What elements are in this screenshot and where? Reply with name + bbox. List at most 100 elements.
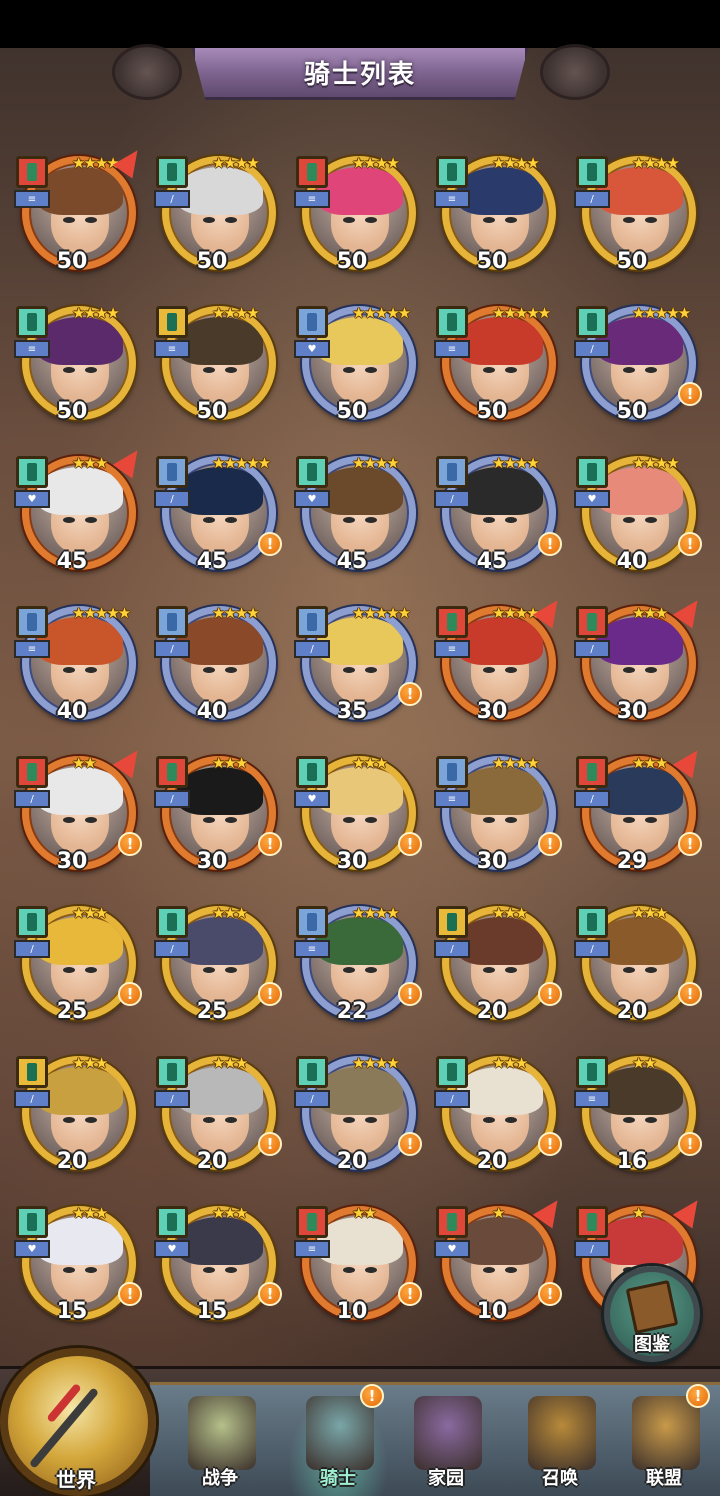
knight-card[interactable]: / ★★★★ 40 (154, 600, 286, 728)
knight-card[interactable]: / ★★★★ 50 (574, 150, 706, 278)
knight-level: 30 (336, 849, 368, 874)
alert-icon: ! (538, 1282, 562, 1306)
alert-icon: ! (118, 1282, 142, 1306)
eye (203, 817, 215, 823)
knight-card[interactable]: / ★★★ 20! (434, 900, 566, 1028)
class-icon (16, 456, 48, 488)
role-icon: / (154, 940, 190, 958)
nav-alliance[interactable]: 联盟! (614, 1384, 714, 1496)
knight-card[interactable]: ≡ ★★★★ 50 (154, 300, 286, 428)
role-icon: ♥ (434, 1240, 470, 1258)
class-icon (296, 1206, 328, 1238)
role-icon: / (294, 1090, 330, 1108)
eye (63, 217, 75, 223)
knight-level: 45 (476, 549, 508, 574)
eye (343, 1117, 355, 1123)
star-rating: ★★★ (212, 904, 248, 922)
knight-card[interactable]: ≡ ★★★★★ 40 (14, 600, 146, 728)
class-icon (436, 606, 468, 638)
knight-card[interactable]: / ★★★ 20 (14, 1050, 146, 1178)
knight-card[interactable]: ♥ ★★★★ 40! (574, 450, 706, 578)
alert-icon: ! (118, 832, 142, 856)
eye (225, 1117, 237, 1123)
knight-card[interactable]: / ★★★ 25! (154, 900, 286, 1028)
class-icon (296, 756, 328, 788)
knight-card[interactable]: / ★★★ 20! (154, 1050, 286, 1178)
knight-card[interactable]: ≡ ★★ 16! (574, 1050, 706, 1178)
knight-card[interactable]: ♥ ★★★ 45 (14, 443, 148, 578)
knight-level: 30 (476, 699, 508, 724)
knight-level: 29 (616, 849, 648, 874)
knight-card[interactable]: ≡ ★★ 10! (294, 1200, 426, 1328)
knight-card[interactable]: / ★★★ 29! (574, 743, 708, 878)
knight-card[interactable]: / ★★★★★ 45! (154, 450, 286, 578)
knight-card[interactable]: / ★★★★★ 35! (294, 600, 426, 728)
eye (343, 817, 355, 823)
nav-home[interactable]: 家园 (396, 1392, 496, 1496)
nav-summon[interactable]: 召唤 (510, 1392, 610, 1496)
eye (483, 1117, 495, 1123)
knight-card[interactable]: ♥ ★ 10! (434, 1193, 568, 1328)
knight-level: 40 (56, 699, 88, 724)
knight-card[interactable]: ♥ ★★★★ 45 (294, 450, 426, 578)
knight-card[interactable]: / ★★★ 30 (574, 593, 708, 728)
eye (225, 217, 237, 223)
star-rating: ★★★★ (72, 304, 120, 322)
class-icon (296, 306, 328, 338)
eye (483, 367, 495, 373)
knight-card[interactable]: ♥ ★★★ 15! (154, 1200, 286, 1328)
knight-card[interactable]: / ★★ 30! (14, 743, 148, 878)
knight-card[interactable]: / ★★★ 20! (434, 1050, 566, 1178)
star-rating: ★★★ (212, 1204, 248, 1222)
eye (63, 1117, 75, 1123)
nav-war[interactable]: 战争 (170, 1392, 270, 1496)
eye (63, 1267, 75, 1273)
knight-card[interactable]: ≡ ★★★★ 50 (14, 143, 148, 278)
alert-icon: ! (538, 532, 562, 556)
knight-card[interactable]: / ★★★★ 45! (434, 450, 566, 578)
knight-card[interactable]: ≡ ★★★★★ 50 (434, 300, 566, 428)
nav-knights[interactable]: 骑士! (288, 1384, 388, 1496)
knight-level: 50 (336, 399, 368, 424)
eye (343, 217, 355, 223)
knight-card[interactable]: ≡ ★★★★ 30 (434, 593, 568, 728)
role-icon: ♥ (154, 1240, 190, 1258)
class-icon (296, 456, 328, 488)
knight-card[interactable]: ♥ ★★★ 30! (294, 750, 426, 878)
knight-card[interactable]: / ★★★ 25! (14, 900, 146, 1028)
class-icon (16, 1206, 48, 1238)
class-icon (576, 456, 608, 488)
gear-decoration-left (112, 44, 182, 100)
knight-card[interactable]: / ★★★ 20! (574, 900, 706, 1028)
nav-label: 家园 (428, 1468, 464, 1489)
knight-level: 50 (196, 399, 228, 424)
knight-card[interactable]: ≡ ★★★★ 22! (294, 900, 426, 1028)
world-button[interactable]: 世界 (0, 1348, 156, 1496)
role-icon: ≡ (574, 1090, 610, 1108)
knight-card[interactable]: ≡ ★★★★ 50 (434, 150, 566, 278)
knight-card[interactable]: ≡ ★★★★ 30! (434, 750, 566, 878)
class-icon (156, 906, 188, 938)
eye (203, 367, 215, 373)
knight-card[interactable]: / ★★★★★ 50! (574, 300, 706, 428)
eye (343, 967, 355, 973)
role-icon: ≡ (14, 640, 50, 658)
codex-label: 图鉴 (634, 1334, 670, 1355)
knight-card[interactable]: ≡ ★★★★ 50 (14, 300, 146, 428)
knight-card[interactable]: / ★★★★ 50 (154, 150, 286, 278)
knight-level: 50 (476, 399, 508, 424)
alert-icon: ! (258, 532, 282, 556)
star-rating: ★★★★ (72, 154, 120, 172)
eye (505, 367, 517, 373)
knight-card[interactable]: / ★★★ 30! (154, 750, 286, 878)
eye (483, 817, 495, 823)
knight-card[interactable]: ≡ ★★★★ 50 (294, 150, 426, 278)
knight-level: 20 (56, 1149, 88, 1174)
knight-card[interactable]: ♥ ★★★ 15! (14, 1200, 146, 1328)
knight-card[interactable]: ♥ ★★★★★ 50 (294, 300, 426, 428)
codex-button[interactable]: 图鉴 (604, 1266, 700, 1362)
eye (623, 1117, 635, 1123)
knight-card[interactable]: / ★★★★ 20! (294, 1050, 426, 1178)
role-icon: ≡ (434, 640, 470, 658)
knight-level: 16 (616, 1149, 648, 1174)
